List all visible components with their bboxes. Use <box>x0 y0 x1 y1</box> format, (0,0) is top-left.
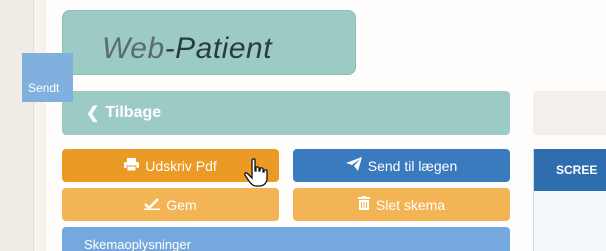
delete-form-button[interactable]: Slet skema <box>293 188 510 221</box>
print-pdf-label: Udskriv Pdf <box>145 157 217 174</box>
right-header-panel <box>533 91 606 135</box>
save-label: Gem <box>166 196 197 213</box>
send-to-doctor-label: Send til lægen <box>367 157 458 174</box>
delete-form-label: Slet skema <box>375 196 446 213</box>
printer-icon <box>124 157 140 174</box>
save-button[interactable]: Gem <box>62 188 279 221</box>
chevron-left-icon: ❮ <box>86 105 100 122</box>
sent-status-card[interactable]: Sendt <box>22 53 73 102</box>
form-info-title: Skemaoplysninger <box>84 237 191 251</box>
left-margin <box>0 0 34 251</box>
logo-word-web: Web <box>102 32 165 65</box>
back-button-label: Tilbage <box>105 104 162 121</box>
screening-panel-body <box>534 191 606 251</box>
sent-status-label: Sendt <box>28 81 60 95</box>
screening-panel-title: SCREE <box>534 149 606 191</box>
screening-panel: SCREE <box>533 149 606 251</box>
trash-icon <box>357 196 370 213</box>
form-info-header[interactable]: Skemaoplysninger <box>62 227 510 251</box>
web-patient-logo[interactable]: Web-Patient <box>62 10 356 75</box>
paper-plane-icon <box>345 157 362 174</box>
send-to-doctor-button[interactable]: Send til lægen <box>293 149 510 182</box>
checkmark-icon <box>144 197 161 213</box>
hand-cursor-icon <box>244 158 268 187</box>
logo-separator: - <box>164 32 176 65</box>
logo-word-patient: Patient <box>175 32 273 65</box>
logo-text: Web-Patient <box>102 32 272 66</box>
back-button[interactable]: ❮ Tilbage <box>62 91 510 135</box>
